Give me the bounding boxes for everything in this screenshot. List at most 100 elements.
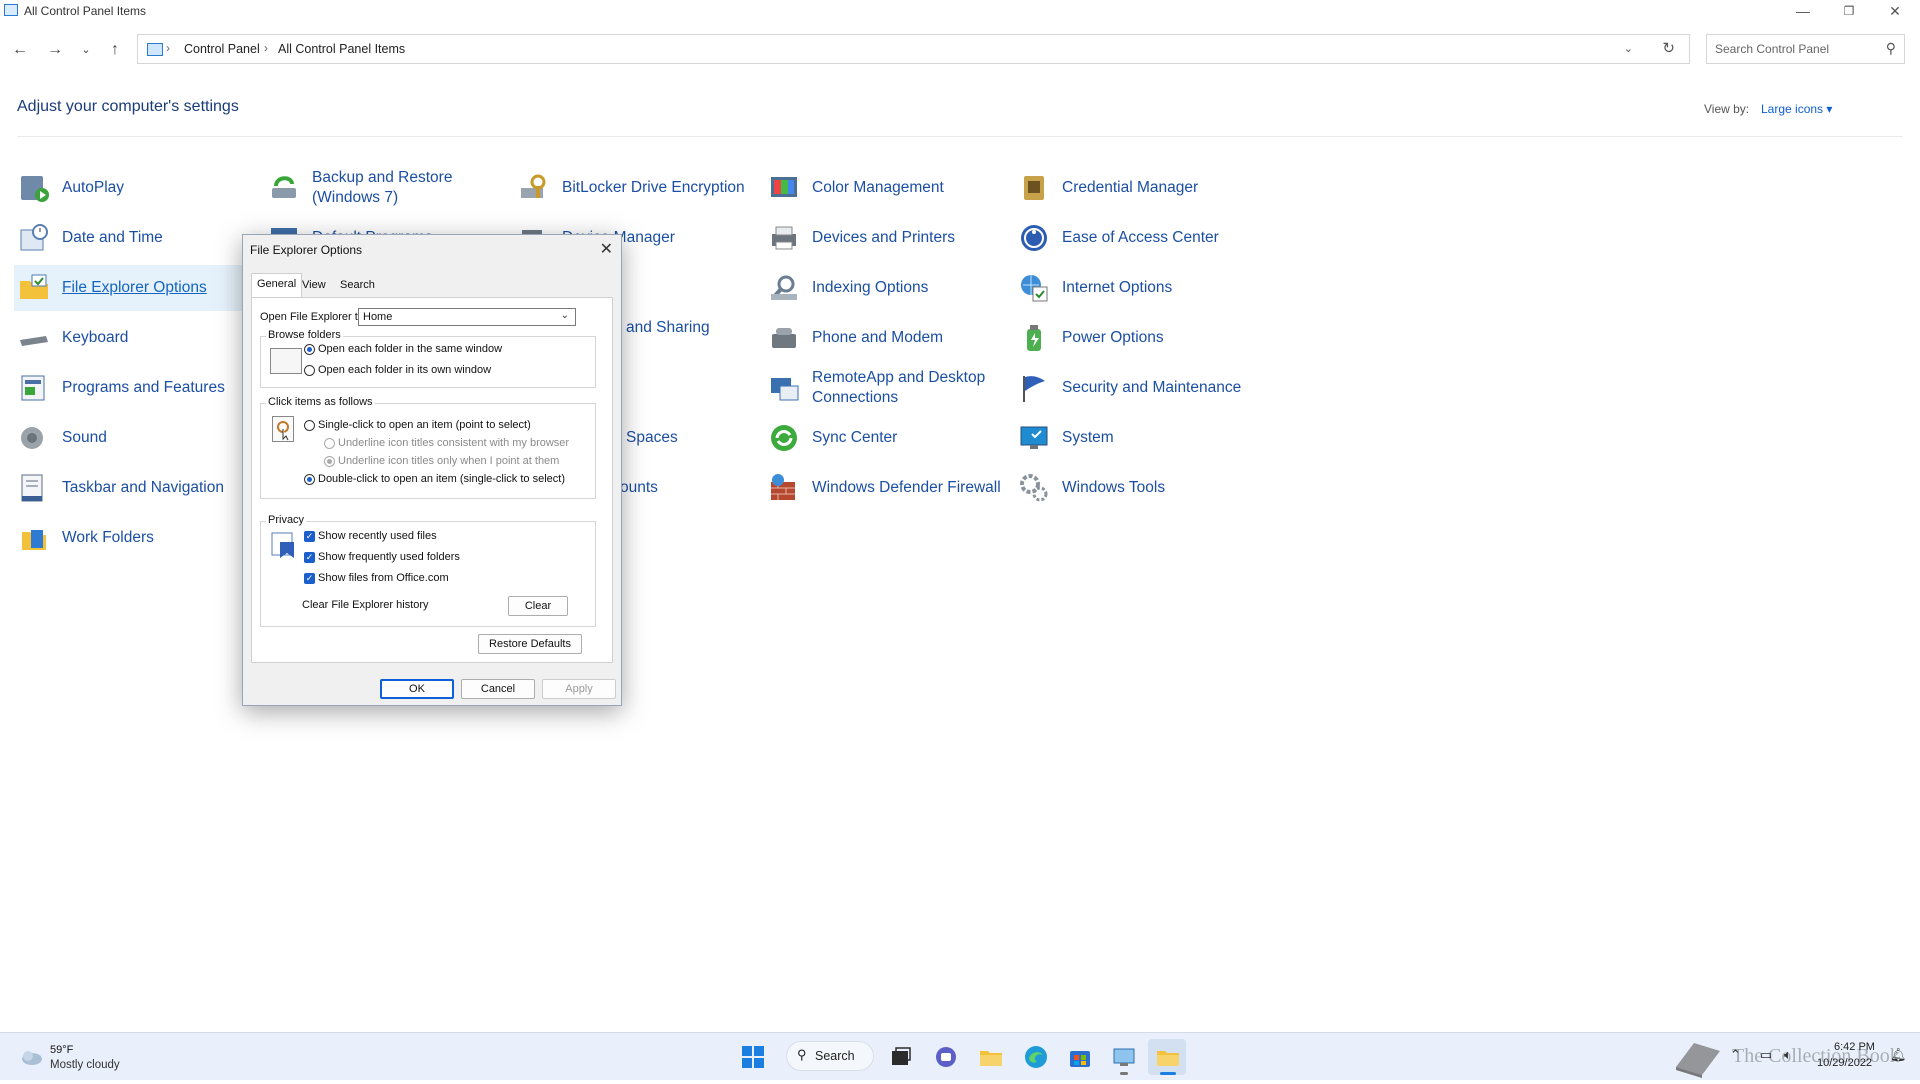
item-programs-features[interactable]: Programs and Features xyxy=(18,365,258,411)
item-windows-tools[interactable]: Windows Tools xyxy=(1018,465,1258,511)
open-to-select[interactable]: Home ⌄ xyxy=(358,308,576,326)
privacy-title: Privacy xyxy=(266,514,307,526)
frequent-folders-label[interactable]: Show frequently used folders xyxy=(318,551,460,563)
navigation-bar: ← → ⌄ ↑ › Control Panel › All Control Pa… xyxy=(0,28,1920,72)
task-view-icon[interactable] xyxy=(889,1045,913,1069)
breadcrumb-control-panel[interactable]: Control Panel xyxy=(184,42,260,56)
network-icon[interactable]: ▭ xyxy=(1760,1047,1772,1063)
item-color-management[interactable]: Color Management xyxy=(768,165,1008,211)
item-bitlocker[interactable]: BitLocker Drive Encryption xyxy=(518,165,758,211)
radio-single-click[interactable] xyxy=(304,420,315,431)
checkbox-office-files[interactable]: ✓ xyxy=(304,573,315,584)
cancel-button[interactable]: Cancel xyxy=(461,679,535,699)
tray-chevron-up-icon[interactable]: ⌃ xyxy=(1730,1047,1741,1063)
minimize-button[interactable]: — xyxy=(1780,0,1826,22)
checkbox-frequent-folders[interactable]: ✓ xyxy=(304,552,315,563)
item-power-options[interactable]: Power Options xyxy=(1018,315,1258,361)
clear-button[interactable]: Clear xyxy=(508,596,568,616)
item-keyboard[interactable]: Keyboard xyxy=(18,315,258,361)
item-network-sharing[interactable]: and Sharing xyxy=(626,305,766,351)
office-files-label[interactable]: Show files from Office.com xyxy=(318,572,449,584)
taskbar-search-button[interactable]: ⚲ Search xyxy=(786,1041,874,1071)
item-security-maintenance[interactable]: Security and Maintenance xyxy=(1018,365,1258,411)
edge-browser-icon[interactable] xyxy=(1024,1045,1048,1069)
clock-time[interactable]: 6:42 PM xyxy=(1834,1041,1875,1053)
recent-files-label[interactable]: Show recently used files xyxy=(318,530,437,542)
breadcrumb-all-items[interactable]: All Control Panel Items xyxy=(278,42,405,56)
refresh-icon[interactable]: ↻ xyxy=(1662,39,1675,57)
item-work-folders[interactable]: Work Folders xyxy=(18,515,258,561)
underline-point-label[interactable]: Underline icon titles only when I point … xyxy=(338,455,559,467)
tab-general[interactable]: General xyxy=(251,273,303,298)
back-button[interactable]: ← xyxy=(8,38,32,62)
control-panel-taskbar-icon[interactable] xyxy=(1112,1045,1136,1075)
title-bar: All Control Panel Items — ❐ ✕ xyxy=(0,0,1920,22)
dialog-close-icon[interactable]: ✕ xyxy=(600,239,613,259)
file-explorer-icon[interactable] xyxy=(979,1045,1003,1069)
start-windows-icon[interactable] xyxy=(741,1045,765,1069)
item-windows-firewall[interactable]: Windows Defender Firewall xyxy=(768,465,1008,511)
forward-button[interactable]: → xyxy=(43,38,67,62)
notification-icon[interactable]: 🔔︎ xyxy=(1890,1047,1907,1063)
checkbox-recent-files[interactable]: ✓ xyxy=(304,531,315,542)
radio-own-window[interactable] xyxy=(304,365,315,376)
chevron-down-icon: ⌄ xyxy=(560,310,569,321)
recent-locations-chevron-icon[interactable]: ⌄ xyxy=(74,38,98,62)
item-taskbar-navigation[interactable]: Taskbar and Navigation xyxy=(18,465,258,511)
browse-same-label[interactable]: Open each folder in the same window xyxy=(318,343,502,355)
item-credential-manager[interactable]: Credential Manager xyxy=(1018,165,1258,211)
item-file-explorer-options[interactable]: File Explorer Options xyxy=(14,265,248,311)
item-storage-spaces[interactable]: Spaces xyxy=(626,415,766,461)
item-date-time[interactable]: Date and Time xyxy=(18,215,258,261)
item-internet-options[interactable]: Internet Options xyxy=(1018,265,1258,311)
item-phone-modem[interactable]: Phone and Modem xyxy=(768,315,1008,361)
address-dropdown-icon[interactable]: ⌄ xyxy=(1624,42,1633,55)
volume-icon[interactable]: 🔈︎ xyxy=(1784,1047,1792,1063)
tab-search[interactable]: Search xyxy=(335,275,380,297)
radio-underline-point[interactable] xyxy=(324,456,335,467)
underline-browser-label[interactable]: Underline icon titles consistent with my… xyxy=(338,437,569,449)
apply-button[interactable]: Apply xyxy=(542,679,616,699)
search-box[interactable]: Search Control Panel ⚲ xyxy=(1706,34,1905,64)
radio-double-click[interactable] xyxy=(304,474,315,485)
close-button[interactable]: ✕ xyxy=(1872,0,1918,22)
radio-same-window[interactable] xyxy=(304,344,315,355)
single-click-label[interactable]: Single-click to open an item (point to s… xyxy=(318,419,531,431)
item-devices-printers[interactable]: Devices and Printers xyxy=(768,215,1008,261)
item-ease-of-access[interactable]: Ease of Access Center xyxy=(1018,215,1258,261)
restore-defaults-button[interactable]: Restore Defaults xyxy=(478,634,582,654)
radio-underline-browser[interactable] xyxy=(324,438,335,449)
clock-date[interactable]: 10/29/2022 xyxy=(1817,1057,1872,1069)
taskbar: 59°F Mostly cloudy ⚲ Search The Collecti… xyxy=(0,1032,1920,1080)
item-indexing-options[interactable]: Indexing Options xyxy=(768,265,1008,311)
click-items-title: Click items as follows xyxy=(266,396,375,408)
store-icon[interactable] xyxy=(1068,1045,1092,1069)
item-sync-center[interactable]: Sync Center xyxy=(768,415,1008,461)
browse-own-label[interactable]: Open each folder in its own window xyxy=(318,364,491,376)
bitlocker-icon xyxy=(518,172,550,204)
item-sound[interactable]: Sound xyxy=(18,415,258,461)
keyboard-icon xyxy=(18,322,50,354)
file-explorer-active-icon[interactable] xyxy=(1148,1039,1186,1075)
work-folders-icon xyxy=(18,522,50,554)
view-by-dropdown[interactable]: Large icons ▾ xyxy=(1761,102,1832,116)
weather-cloud-icon[interactable] xyxy=(18,1046,42,1070)
address-bar[interactable]: › Control Panel › All Control Panel Item… xyxy=(137,34,1690,64)
item-system[interactable]: System xyxy=(1018,415,1258,461)
weather-temperature[interactable]: 59°F xyxy=(50,1044,73,1056)
weather-description[interactable]: Mostly cloudy xyxy=(50,1059,120,1071)
item-remoteapp[interactable]: RemoteApp and Desktop Connections xyxy=(768,365,1008,411)
item-autoplay[interactable]: AutoPlay xyxy=(18,165,258,211)
chat-icon[interactable] xyxy=(934,1045,958,1069)
devices-printers-icon xyxy=(768,222,800,254)
system-icon xyxy=(1018,422,1050,454)
item-user-accounts[interactable]: ounts xyxy=(620,465,760,511)
item-backup-restore[interactable]: Backup and Restore (Windows 7) xyxy=(268,165,508,211)
ok-button[interactable]: OK xyxy=(380,679,454,699)
search-input[interactable]: Search Control Panel xyxy=(1715,42,1829,56)
clear-history-label: Clear File Explorer history xyxy=(302,599,429,611)
tab-view[interactable]: View xyxy=(297,275,331,297)
up-button[interactable]: ↑ xyxy=(103,38,127,62)
restore-button[interactable]: ❐ xyxy=(1826,0,1872,22)
double-click-label[interactable]: Double-click to open an item (single-cli… xyxy=(318,473,565,485)
